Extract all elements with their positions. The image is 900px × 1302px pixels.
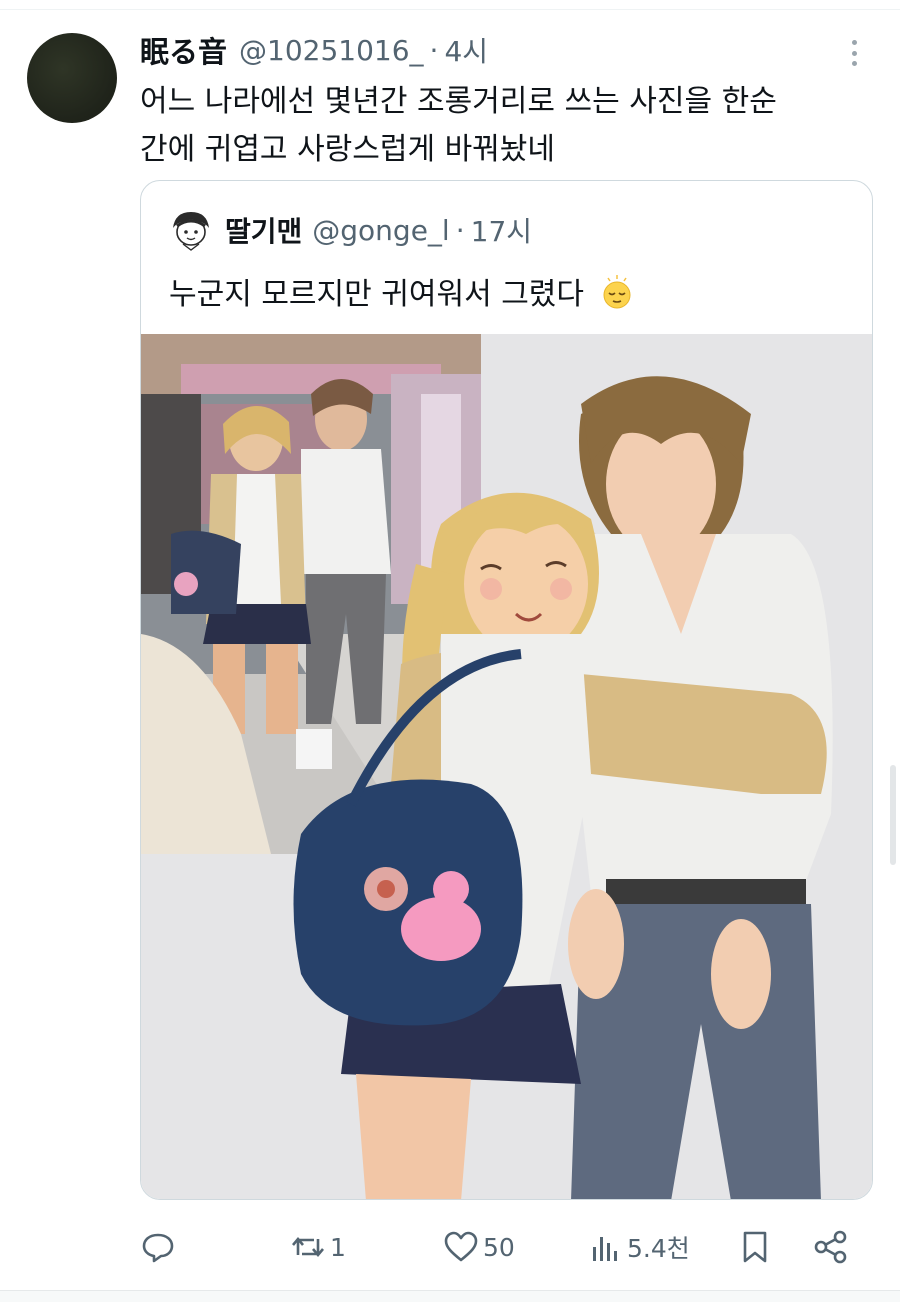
illustration bbox=[141, 334, 833, 1199]
scrollbar-thumb[interactable] bbox=[890, 765, 896, 865]
views-count: 5.4천 bbox=[627, 1234, 690, 1263]
heart-icon bbox=[444, 1231, 478, 1262]
quote-text: 누군지 모르지만 귀여워서 그렸다 bbox=[169, 277, 585, 312]
tweet-text: 어느 나라에선 몇년간 조롱거리로 쓰는 사진을 한순 간에 귀엽고 사랑스럽게… bbox=[140, 78, 880, 174]
relieved-face-icon bbox=[603, 275, 631, 309]
tweet-text-line: 간에 귀엽고 사랑스럽게 바꿔놨네 bbox=[140, 132, 556, 167]
reply-icon bbox=[142, 1233, 174, 1263]
quote-media-image[interactable] bbox=[141, 334, 872, 1199]
like-count: 50 bbox=[483, 1232, 515, 1262]
share-button[interactable] bbox=[813, 1222, 849, 1272]
like-button[interactable]: 50 bbox=[443, 1222, 515, 1272]
quoted-tweet-card[interactable]: 딸기맨 @gonge_l · 17시 누군지 모르지만 귀여워서 그렸다 bbox=[140, 180, 873, 1200]
separator-dot: · bbox=[455, 213, 465, 247]
retweet-count: 1 bbox=[330, 1232, 346, 1262]
reply-button[interactable] bbox=[140, 1222, 180, 1272]
quote-time[interactable]: 17시 bbox=[471, 210, 532, 250]
author-avatar[interactable] bbox=[27, 33, 117, 123]
views-icon bbox=[593, 1237, 617, 1261]
tweet-time[interactable]: 4시 bbox=[444, 30, 488, 70]
top-divider bbox=[0, 0, 900, 10]
author-name[interactable]: 眠る音 bbox=[140, 29, 227, 71]
quote-text-row: 누군지 모르지만 귀여워서 그렸다 bbox=[169, 269, 636, 313]
more-icon[interactable] bbox=[844, 38, 864, 68]
tweet-header: 眠る音 @10251016_ · 4시 bbox=[140, 30, 488, 70]
tweet-text-line: 어느 나라에선 몇년간 조롱거리로 쓰는 사진을 한순 bbox=[140, 84, 777, 119]
share-icon bbox=[814, 1230, 847, 1264]
quote-avatar[interactable] bbox=[169, 208, 213, 252]
views-button[interactable]: 5.4천 bbox=[587, 1222, 690, 1272]
bottom-divider bbox=[0, 1290, 900, 1302]
bookmark-icon bbox=[743, 1231, 767, 1263]
action-bar: 1 50 5.4천 bbox=[140, 1222, 880, 1272]
retweet-icon bbox=[292, 1236, 324, 1258]
quote-author-handle[interactable]: @gonge_l bbox=[312, 214, 449, 247]
author-handle[interactable]: @10251016_ bbox=[239, 34, 424, 67]
separator-dot: · bbox=[429, 33, 439, 67]
quote-author-name[interactable]: 딸기맨 bbox=[225, 210, 302, 250]
retweet-button[interactable]: 1 bbox=[290, 1222, 346, 1272]
bookmark-button[interactable] bbox=[737, 1222, 773, 1272]
quote-header: 딸기맨 @gonge_l · 17시 bbox=[169, 209, 532, 251]
